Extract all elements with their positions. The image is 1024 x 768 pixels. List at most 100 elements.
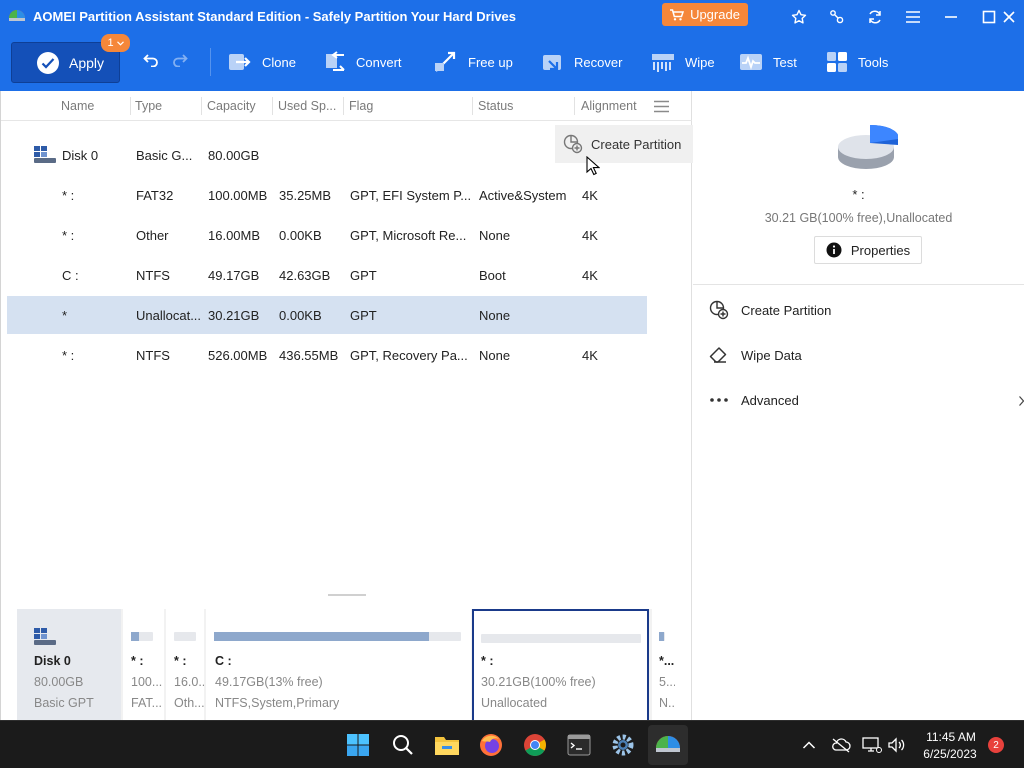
recover-button[interactable]: Recover xyxy=(542,50,622,74)
disk-name: Disk 0 xyxy=(62,148,99,163)
clone-icon xyxy=(229,54,251,70)
chevron-right-icon[interactable] xyxy=(1019,396,1024,406)
advanced-action[interactable]: Advanced xyxy=(709,389,799,411)
clone-label: Clone xyxy=(262,54,296,70)
notification-badge[interactable]: 2 xyxy=(988,737,1004,753)
disk-card[interactable]: Disk 0 80.00GB Basic GPT xyxy=(17,609,121,720)
partition-status: None xyxy=(479,308,511,323)
column-header-capacity[interactable]: Capacity xyxy=(207,99,256,113)
disk-map: Disk 0 80.00GB Basic GPT * : 100.... FAT… xyxy=(17,609,675,720)
column-header-status[interactable]: Status xyxy=(478,99,513,113)
divider xyxy=(693,284,1024,285)
clock-date[interactable]: 6/25/2023 xyxy=(918,747,982,761)
maximize-icon[interactable] xyxy=(978,6,1000,28)
partition-block-type: NTFS,System,Primary xyxy=(215,696,340,710)
cloud-offline-icon[interactable] xyxy=(831,736,851,754)
undo-icon[interactable] xyxy=(143,53,161,70)
pane-splitter[interactable] xyxy=(1,591,693,599)
table-row[interactable]: C : NTFS 49.17GB 42.63GB GPT Boot 4K xyxy=(7,256,647,294)
column-header-name[interactable]: Name xyxy=(61,99,94,113)
aomei-icon[interactable] xyxy=(654,731,682,759)
pending-operations-badge[interactable]: 1 xyxy=(101,34,130,52)
properties-button[interactable]: Properties xyxy=(814,236,922,264)
disk-map-panel: Disk 0 80.00GB Basic GPT * : 100.... FAT… xyxy=(0,591,692,720)
column-divider[interactable] xyxy=(472,97,473,115)
column-header-used-space[interactable]: Used Sp... xyxy=(278,99,336,113)
search-icon[interactable] xyxy=(389,731,417,759)
partition-used: 42.63GB xyxy=(279,268,331,283)
chevron-up-icon[interactable] xyxy=(799,736,819,754)
column-header-type[interactable]: Type xyxy=(135,99,162,113)
partition-block-name: * : xyxy=(481,654,494,668)
splitter-handle[interactable] xyxy=(328,594,366,596)
disk-map-type: Basic GPT xyxy=(34,696,94,710)
partition-block-size: 49.17GB(13% free) xyxy=(215,675,323,689)
firefox-icon[interactable] xyxy=(477,731,505,759)
menu-icon[interactable] xyxy=(902,6,924,28)
redo-icon[interactable] xyxy=(170,53,188,70)
test-button[interactable]: Test xyxy=(739,50,797,74)
convert-label: Convert xyxy=(356,54,402,70)
clone-button[interactable]: Clone xyxy=(228,50,296,74)
wipe-label: Wipe xyxy=(685,54,715,70)
partition-block-type: Unallocated xyxy=(481,696,548,710)
refresh-icon[interactable] xyxy=(864,6,886,28)
partition-block[interactable]: * : 16.0... Oth... xyxy=(166,609,204,720)
column-divider[interactable] xyxy=(574,97,575,115)
partition-used: 0.00KB xyxy=(279,228,322,243)
create-partition-action[interactable]: Create Partition xyxy=(709,299,831,321)
disk-row[interactable]: Disk 0 Basic G... 80.00GB xyxy=(7,136,647,174)
partition-type: Other xyxy=(136,228,169,243)
star-icon[interactable] xyxy=(788,6,810,28)
create-partition-icon xyxy=(709,300,729,320)
column-header-flag[interactable]: Flag xyxy=(349,99,373,113)
file-explorer-icon[interactable] xyxy=(433,731,461,759)
column-divider[interactable] xyxy=(272,97,273,115)
terminal-icon[interactable] xyxy=(565,731,593,759)
toolbar-separator xyxy=(210,48,211,76)
partition-block[interactable]: * : 100.... FAT... xyxy=(123,609,164,720)
start-icon[interactable] xyxy=(344,731,372,759)
wipe-data-action[interactable]: Wipe Data xyxy=(709,344,802,366)
network-icon[interactable] xyxy=(862,736,882,754)
usage-bar-fill xyxy=(131,632,139,641)
minimize-icon[interactable] xyxy=(940,6,962,28)
partition-name: * xyxy=(62,308,68,323)
usage-bar xyxy=(214,632,461,641)
chevron-down-icon xyxy=(116,40,124,46)
clock-time[interactable]: 11:45 AM xyxy=(920,730,982,744)
partition-alignment: 4K xyxy=(582,268,598,283)
upgrade-button[interactable]: Upgrade xyxy=(662,3,748,26)
partition-block-size: 5... xyxy=(659,675,675,689)
column-divider[interactable] xyxy=(201,97,202,115)
partition-status: None xyxy=(479,348,511,363)
partition-block[interactable]: *... 5... N... xyxy=(652,609,675,720)
table-row-selected[interactable]: * Unallocat... 30.21GB 0.00KB GPT None xyxy=(7,296,647,334)
chrome-icon[interactable] xyxy=(521,731,549,759)
context-menu-label: Create Partition xyxy=(591,136,682,152)
wipe-button[interactable]: Wipe xyxy=(651,50,715,74)
partition-flag: GPT, EFI System P... xyxy=(350,188,472,203)
free-up-button[interactable]: Free up xyxy=(434,50,513,74)
cart-icon xyxy=(670,8,685,20)
partition-block-selected[interactable]: * : 30.21GB(100% free) Unallocated xyxy=(472,609,649,720)
table-row[interactable]: * : FAT32 100.00MB 35.25MB GPT, EFI Syst… xyxy=(7,176,647,214)
settings-icon[interactable] xyxy=(609,731,637,759)
table-row[interactable]: * : Other 16.00MB 0.00KB GPT, Microsoft … xyxy=(7,216,647,254)
volume-icon[interactable] xyxy=(887,736,907,754)
feedback-icon[interactable] xyxy=(826,6,848,28)
column-divider[interactable] xyxy=(343,97,344,115)
column-header-alignment[interactable]: Alignment xyxy=(581,99,637,113)
close-icon[interactable] xyxy=(998,6,1020,28)
column-divider[interactable] xyxy=(130,97,131,115)
table-row[interactable]: * : NTFS 526.00MB 436.55MB GPT, Recovery… xyxy=(7,336,647,374)
tools-button[interactable]: Tools xyxy=(826,50,888,74)
partition-block[interactable]: C : 49.17GB(13% free) NTFS,System,Primar… xyxy=(206,609,471,720)
disk-map-size: 80.00GB xyxy=(34,675,84,689)
partition-block-name: *... xyxy=(659,654,675,668)
convert-button[interactable]: Convert xyxy=(324,50,402,74)
partition-capacity: 16.00MB xyxy=(208,228,261,243)
partition-block-type: N... xyxy=(659,696,675,710)
column-settings-icon[interactable] xyxy=(653,100,670,113)
partition-flag: GPT xyxy=(350,268,377,283)
